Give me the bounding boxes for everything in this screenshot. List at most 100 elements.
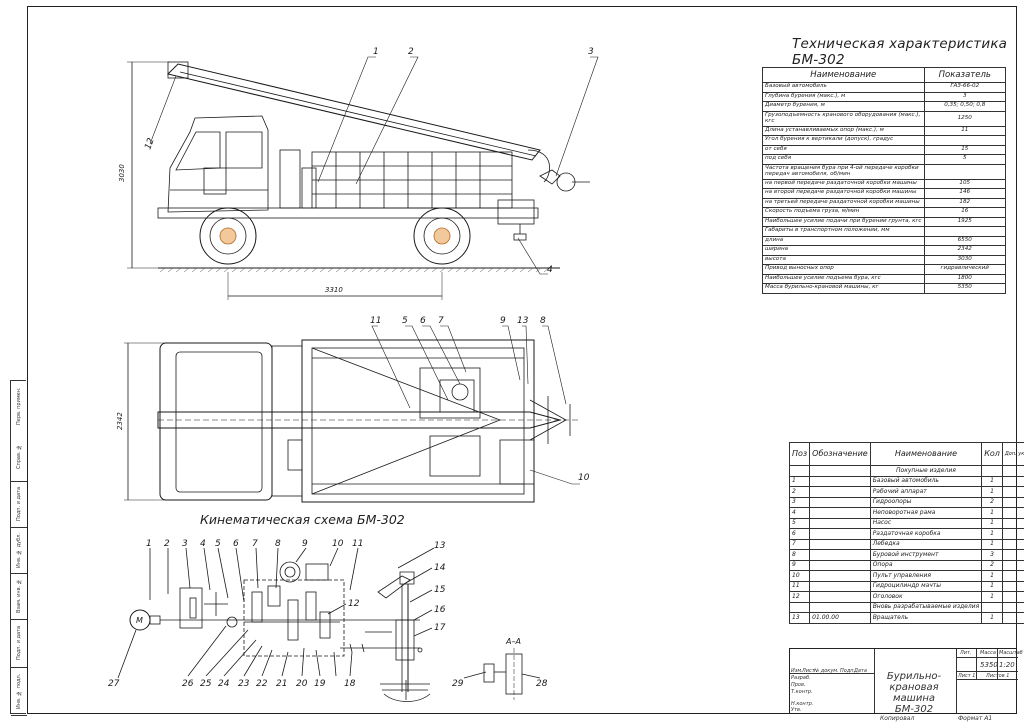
stamp-sheet: Лист 1 (958, 673, 976, 679)
spec-row: 3 Гидроопоры 2 (788, 496, 1024, 508)
spec-cell: Гидроопоры (869, 496, 983, 508)
kin-callout: 14 (434, 563, 446, 573)
spec-row: 7 Лебедка 1 (788, 538, 1024, 550)
tech-param: Базовый автомобиль (762, 82, 925, 93)
spec-cell: Неповоротная рама (869, 507, 983, 519)
kin-callout: 22 (256, 679, 268, 689)
tech-param: Масса бурильно-крановой машины, кг (762, 283, 925, 294)
stamp-sheets: Листов 1 (986, 673, 1010, 679)
spec-cell (809, 549, 871, 561)
spec-cell (809, 517, 871, 529)
spec-cell: Покупные изделия (869, 465, 983, 477)
kin-callout: 13 (434, 541, 446, 551)
stamp-row: Подп. (840, 668, 856, 674)
tech-value: 1925 (923, 216, 1007, 227)
spec-cell (809, 507, 871, 519)
tech-value: 5 (923, 154, 1007, 165)
kin-callout: 1 (146, 539, 152, 549)
tech-title: Техническая характеристика БМ-302 (792, 36, 1008, 68)
motor-label: М (136, 616, 143, 625)
spec-row: 4 Неповоротная рама 1 (788, 507, 1024, 519)
spec-cell: 2 (788, 486, 811, 498)
stamp-row: Т.контр. (791, 689, 813, 695)
spec-cell: 1 (981, 570, 1003, 582)
spec-cell: 2 (981, 559, 1003, 571)
spec-cell (1001, 528, 1024, 540)
kin-callout: 12 (348, 599, 360, 609)
spec-header: Доп. указан. (1001, 442, 1024, 466)
spec-header: Наименование (869, 442, 983, 466)
spec-row: 13 01.00.00 Вращатель 1 (788, 612, 1024, 624)
spec-cell (809, 528, 871, 540)
spec-cell (809, 580, 871, 592)
tech-value: 16 (923, 207, 1007, 218)
kin-callout: 11 (352, 539, 363, 549)
spec-cell (1001, 612, 1024, 624)
spec-cell: Оголовок (869, 591, 983, 603)
tech-param: Привод выносных опор (762, 264, 925, 275)
spec-cell (1001, 517, 1024, 529)
kin-callout: 18 (344, 679, 356, 689)
top-view (124, 325, 580, 503)
spec-row: 2 Рабочий аппарат 1 (788, 486, 1024, 498)
tech-row: высота 3030 (762, 254, 1007, 265)
tech-row: на первой передаче раздаточной коробки м… (762, 178, 1007, 189)
spec-cell: 1 (981, 580, 1003, 592)
tech-param: Грузоподъемность кранового оборудования … (762, 110, 925, 127)
tech-row: Привод выносных опор гидравлический (762, 264, 1007, 275)
drawing-sheet: Перв. примен. Справ. № Подп. и дата Инв.… (0, 0, 1024, 723)
tech-param: Скорость подъема груза, м/мин (762, 207, 925, 218)
tech-row: длина 6550 (762, 235, 1007, 246)
kin-callout: 16 (434, 605, 446, 615)
callout-top: 13 (517, 316, 529, 326)
stamp-row: Разраб. (791, 675, 811, 681)
tech-value: 146 (923, 188, 1007, 199)
footer-format: Формат А1 (958, 715, 993, 722)
kin-callout: 21 (276, 679, 287, 689)
tech-param: от себя (762, 144, 925, 155)
spec-row: 12 Оголовок 1 (788, 591, 1024, 603)
spec-row: 1 Базовый автомобиль 1 (788, 475, 1024, 487)
tech-row: под себя 5 (762, 154, 1007, 165)
tech-value: 6550 (923, 235, 1007, 246)
tech-row: Грузоподъемность кранового оборудования … (762, 110, 1007, 127)
callout-side-1: 1 (373, 47, 379, 57)
spec-cell: Лебедка (869, 538, 983, 550)
spec-cell (1001, 580, 1024, 592)
tech-value: 15 (923, 144, 1007, 155)
title-block: Лит. Масса Масштаб 5350 1:20 Лист 1 Лист… (789, 648, 1023, 715)
callout-top: 11 (370, 316, 381, 326)
drawing-title: Бурильно-крановая машина БМ-302 (886, 671, 942, 715)
tech-param: Угол бурения к вертикали (допуск), граду… (762, 135, 925, 146)
spec-cell: 11 (788, 580, 811, 592)
stamp-row: Изм. (791, 668, 803, 674)
spec-cell: 1 (981, 612, 1003, 624)
tech-param: Частота вращения бура при 4-ой передаче … (762, 163, 925, 180)
spec-cell (1001, 549, 1024, 561)
dim-wheelbase: 3310 (325, 286, 343, 294)
kin-callout: 25 (200, 679, 212, 689)
tech-row: на третьей передаче раздаточной коробки … (762, 197, 1007, 208)
spec-cell (1001, 538, 1024, 550)
tech-value: гидравлический (923, 264, 1007, 275)
spec-row: 5 Насос 1 (788, 517, 1024, 529)
spec-cell: Пульт управления (869, 570, 983, 582)
spec-cell (809, 465, 871, 477)
spec-header: Поз (788, 442, 811, 466)
spec-cell (1001, 591, 1024, 603)
side-view (127, 56, 599, 300)
spec-cell (809, 570, 871, 582)
kin-callout: 4 (200, 539, 206, 549)
spec-cell: 6 (788, 528, 811, 540)
tech-header: Наименование (762, 67, 925, 83)
kin-callout: 6 (233, 539, 239, 549)
tech-param: на третьей передаче раздаточной коробки … (762, 197, 925, 208)
callout-side-3: 3 (588, 47, 594, 57)
kin-callout: 17 (434, 623, 446, 633)
tech-table: Наименование Показатель Базовый автомоби… (762, 67, 1007, 294)
stamp-row: Пров. (791, 682, 806, 688)
callout-top: 10 (578, 473, 590, 483)
stamp-header: Лит. (960, 650, 972, 656)
spec-cell (981, 601, 1003, 613)
tech-param: длина (762, 235, 925, 246)
